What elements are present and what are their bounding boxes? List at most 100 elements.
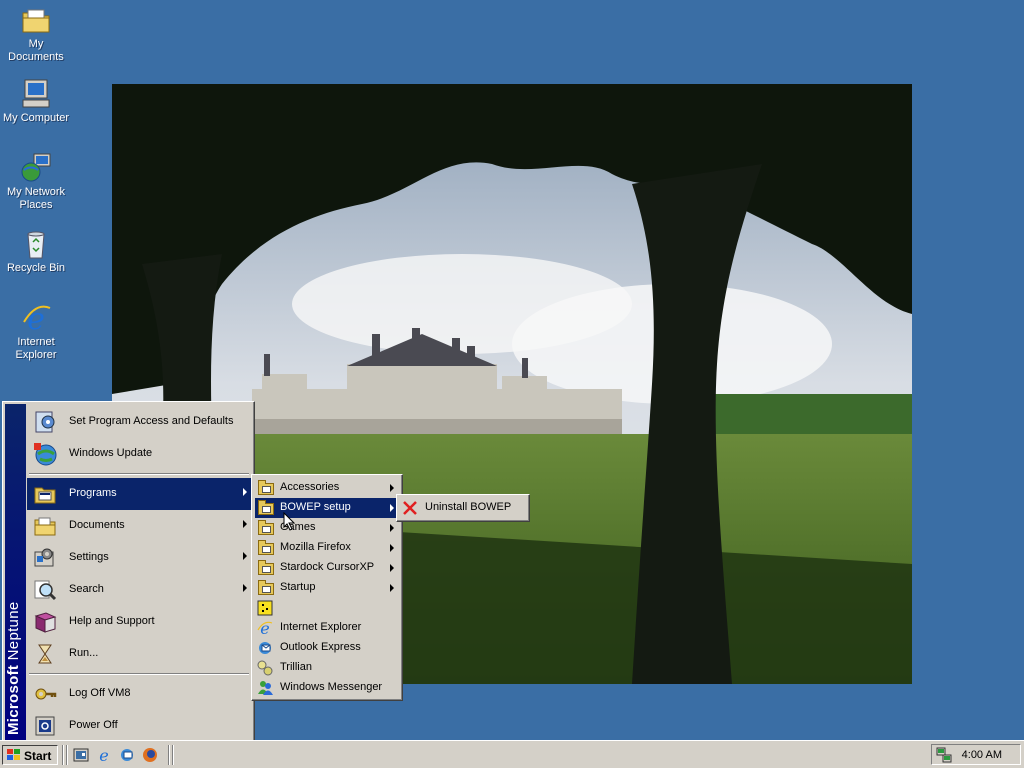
programs-item-stardock-cursorxp[interactable]: Stardock CursorXP bbox=[255, 558, 399, 578]
key-icon bbox=[33, 682, 57, 706]
program-group-folder-icon bbox=[257, 540, 274, 556]
menu-item-power-off[interactable]: Power Off bbox=[27, 710, 251, 742]
desktop-icon-recycle-bin[interactable]: Recycle Bin bbox=[0, 228, 72, 275]
submenu-arrow-icon bbox=[390, 524, 394, 532]
start-button-label: Start bbox=[24, 749, 52, 763]
programs-item-label: Accessories bbox=[280, 481, 340, 493]
submenu-arrow-icon bbox=[390, 584, 394, 592]
programs-item-outlook-express[interactable]: Outlook Express bbox=[255, 638, 399, 658]
programs-item-internet-explorer[interactable]: e Internet Explorer bbox=[255, 618, 399, 638]
desktop-icon-label-line1: Internet bbox=[17, 336, 55, 348]
menu-item-label: Search bbox=[69, 583, 104, 595]
programs-item-windows-messenger[interactable]: Windows Messenger bbox=[255, 678, 399, 698]
start-menu: Microsoft Neptune Set Program Access and… bbox=[2, 401, 255, 744]
menu-separator bbox=[29, 473, 249, 475]
start-button[interactable]: Start bbox=[2, 745, 58, 765]
program-access-icon bbox=[33, 410, 57, 434]
outlook-express-icon bbox=[257, 640, 273, 656]
start-menu-banner: Microsoft Neptune bbox=[5, 404, 26, 741]
menu-item-label: Help and Support bbox=[69, 615, 155, 627]
programs-item-unnamed-shortcut[interactable] bbox=[255, 598, 399, 618]
program-group-folder-icon bbox=[257, 580, 274, 596]
uninstall-x-icon bbox=[402, 500, 418, 516]
windows-messenger-icon bbox=[257, 680, 273, 696]
svg-text:e: e bbox=[99, 747, 108, 763]
search-icon bbox=[33, 578, 57, 602]
desktop-icon-my-documents[interactable]: My Documents bbox=[0, 4, 72, 64]
help-book-icon bbox=[33, 610, 57, 634]
submenu-arrow-icon bbox=[390, 544, 394, 552]
menu-item-windows-update[interactable]: Windows Update bbox=[27, 438, 251, 470]
submenu-arrow-icon bbox=[243, 552, 247, 560]
menu-item-label: Documents bbox=[69, 519, 125, 531]
menu-item-search[interactable]: Search bbox=[27, 574, 251, 606]
menu-item-set-program-access[interactable]: Set Program Access and Defaults bbox=[27, 406, 251, 438]
menu-item-label: Windows Update bbox=[69, 447, 153, 459]
quicklaunch-internet-explorer-icon[interactable]: e bbox=[96, 746, 112, 765]
menu-item-help-and-support[interactable]: Help and Support bbox=[27, 606, 251, 638]
folder-icon bbox=[20, 4, 52, 36]
run-icon bbox=[33, 642, 57, 666]
taskbar-divider bbox=[62, 745, 64, 765]
programs-item-label: Trillian bbox=[280, 661, 312, 673]
desktop-icon-label: My Documents bbox=[8, 38, 64, 63]
quicklaunch-firefox-icon[interactable] bbox=[142, 747, 158, 763]
mouse-cursor-icon bbox=[283, 511, 296, 531]
programs-item-label: Outlook Express bbox=[280, 641, 361, 653]
clock[interactable]: 4:00 AM bbox=[962, 749, 1002, 761]
submenu-arrow-icon bbox=[243, 520, 247, 528]
menu-separator bbox=[29, 673, 249, 675]
desktop-icon-label-line1: My Network bbox=[6, 186, 66, 198]
programs-item-label: Internet Explorer bbox=[280, 621, 362, 633]
network-connection-tray-icon[interactable] bbox=[936, 747, 952, 763]
programs-item-label: Stardock CursorXP bbox=[280, 561, 375, 573]
banner-product: Neptune bbox=[4, 601, 22, 665]
menu-item-label: Settings bbox=[69, 551, 109, 563]
programs-item-mozilla-firefox[interactable]: Mozilla Firefox bbox=[255, 538, 399, 558]
menu-item-documents[interactable]: Documents bbox=[27, 510, 251, 542]
programs-item-trillian[interactable]: Trillian bbox=[255, 658, 399, 678]
system-tray: 4:00 AM bbox=[931, 744, 1021, 765]
menu-item-label: Programs bbox=[69, 487, 117, 499]
documents-folder-icon bbox=[33, 514, 57, 538]
menu-item-programs[interactable]: Programs bbox=[27, 478, 251, 510]
desktop-icon-my-network-places[interactable]: My Network Places bbox=[0, 152, 72, 212]
internet-explorer-icon: e bbox=[257, 619, 273, 638]
desktop-icon-internet-explorer[interactable]: e Internet Explorer bbox=[0, 302, 72, 362]
menu-item-log-off[interactable]: Log Off VM8 bbox=[27, 678, 251, 710]
internet-explorer-icon: e bbox=[20, 302, 52, 337]
taskbar-divider bbox=[172, 745, 174, 765]
submenu-arrow-icon bbox=[243, 488, 247, 496]
menu-item-settings[interactable]: Settings bbox=[27, 542, 251, 574]
yellow-shortcut-icon bbox=[257, 600, 273, 616]
programs-folder-icon bbox=[33, 482, 57, 506]
menu-item-label: Run... bbox=[69, 647, 99, 659]
submenu-arrow-icon bbox=[390, 564, 394, 572]
settings-icon bbox=[33, 546, 57, 570]
programs-item-games[interactable]: Games bbox=[255, 518, 399, 538]
recycle-bin-icon bbox=[20, 228, 52, 260]
trillian-icon bbox=[257, 660, 273, 676]
windows-update-globe-icon bbox=[33, 442, 57, 466]
power-off-icon bbox=[33, 714, 57, 738]
programs-item-accessories[interactable]: Accessories bbox=[255, 478, 399, 498]
bowep-setup-submenu: Uninstall BOWEP bbox=[396, 494, 530, 522]
taskbar-divider bbox=[66, 745, 68, 765]
bowep-item-label: Uninstall BOWEP bbox=[425, 501, 512, 513]
bowep-item-uninstall[interactable]: Uninstall BOWEP bbox=[400, 498, 526, 518]
menu-item-label: Power Off bbox=[69, 719, 118, 731]
program-group-folder-icon bbox=[257, 480, 274, 496]
program-group-folder-icon bbox=[257, 500, 274, 516]
desktop-icon-label-line2: Explorer bbox=[15, 349, 57, 361]
programs-item-label: Mozilla Firefox bbox=[280, 541, 351, 553]
quicklaunch-outlook-express-icon[interactable] bbox=[119, 747, 135, 763]
network-globe-icon bbox=[20, 152, 52, 184]
programs-item-bowep-setup[interactable]: BOWEP setup bbox=[255, 498, 399, 518]
desktop-icon-my-computer[interactable]: My Computer bbox=[0, 78, 72, 125]
submenu-arrow-icon bbox=[390, 484, 394, 492]
computer-icon bbox=[20, 78, 52, 110]
menu-item-run[interactable]: Run... bbox=[27, 638, 251, 670]
windows-logo-icon bbox=[7, 749, 21, 761]
quicklaunch-show-desktop-icon[interactable] bbox=[73, 747, 89, 763]
programs-item-startup[interactable]: Startup bbox=[255, 578, 399, 598]
